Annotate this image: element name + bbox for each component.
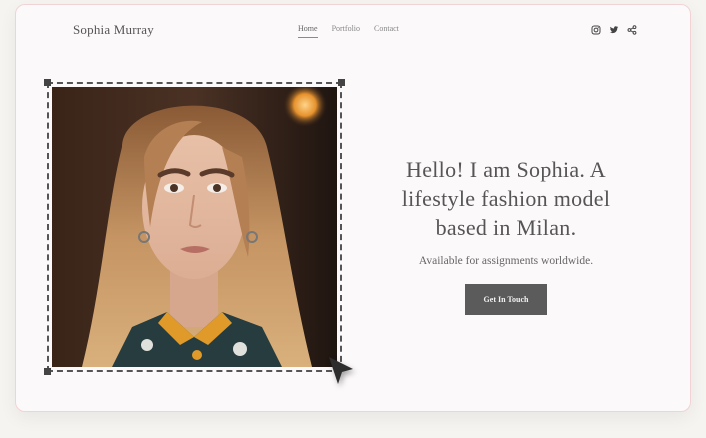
get-in-touch-button[interactable]: Get In Touch — [465, 284, 547, 315]
nav-item-portfolio[interactable]: Portfolio — [332, 24, 360, 37]
page-card: Sophia Murray Home Portfolio Contact Hel… — [15, 4, 691, 412]
hero-heading: Hello! I am Sophia. A lifestyle fashion … — [401, 157, 611, 240]
portrait-frame[interactable] — [44, 79, 345, 375]
selection-border — [47, 82, 342, 372]
nav-item-contact[interactable]: Contact — [374, 24, 399, 37]
nav-item-home[interactable]: Home — [298, 24, 318, 38]
hero-section: Hello! I am Sophia. A lifestyle fashion … — [376, 155, 636, 315]
brand-name[interactable]: Sophia Murray — [73, 22, 154, 38]
social-links — [591, 25, 637, 35]
instagram-icon[interactable] — [591, 25, 601, 35]
resize-handle-top-right[interactable] — [338, 79, 345, 86]
resize-handle-bottom-left[interactable] — [44, 368, 51, 375]
main-nav: Home Portfolio Contact — [298, 24, 399, 38]
resize-handle-top-left[interactable] — [44, 79, 51, 86]
share-icon[interactable] — [627, 25, 637, 35]
pointer-cursor-icon — [329, 357, 353, 384]
hero-subtitle: Available for assignments worldwide. — [418, 255, 594, 267]
twitter-icon[interactable] — [609, 25, 619, 35]
